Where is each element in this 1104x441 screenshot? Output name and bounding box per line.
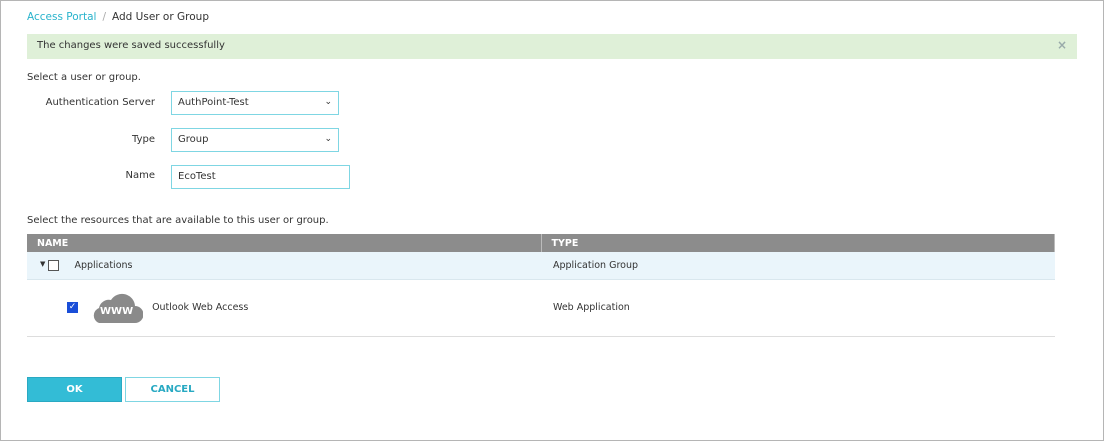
name-value: EcoTest: [178, 171, 216, 182]
row-type: Application Group: [541, 252, 1055, 280]
form-intro: Select a user or group.: [27, 72, 141, 83]
www-icon-text: WWW: [100, 305, 134, 317]
chevron-down-icon: ⌄: [324, 97, 332, 107]
applications-checkbox[interactable]: [48, 259, 60, 271]
alert-message: The changes were saved successfully: [37, 40, 225, 51]
breadcrumb-separator: /: [102, 11, 106, 23]
row-name: Applications: [74, 259, 133, 271]
type-label: Type: [132, 134, 155, 145]
chevron-down-icon: ⌄: [324, 134, 332, 144]
table-row[interactable]: ✓ WWW Outlook Web Access Web Application: [27, 279, 1055, 337]
expand-caret-icon[interactable]: ▼: [40, 260, 45, 268]
column-name[interactable]: NAME: [27, 234, 542, 252]
type-value: Group: [178, 134, 209, 145]
cancel-button[interactable]: CANCEL: [125, 377, 220, 402]
breadcrumb-access-portal[interactable]: Access Portal: [27, 11, 96, 23]
type-select[interactable]: Group ⌄: [171, 128, 339, 152]
name-label: Name: [125, 170, 155, 181]
auth-server-select[interactable]: AuthPoint-Test ⌄: [171, 91, 339, 115]
ok-button[interactable]: OK: [27, 377, 122, 402]
table-row[interactable]: ▼ Applications Application Group: [27, 252, 1055, 280]
success-alert: The changes were saved successfully ×: [27, 34, 1077, 59]
breadcrumb-current: Add User or Group: [112, 11, 209, 23]
row-name: Outlook Web Access: [152, 302, 249, 313]
owa-checkbox[interactable]: ✓: [67, 302, 78, 313]
auth-server-label: Authentication Server: [45, 97, 155, 108]
name-input[interactable]: EcoTest: [171, 165, 350, 189]
resources-intro: Select the resources that are available …: [27, 215, 329, 226]
close-icon[interactable]: ×: [1057, 38, 1067, 52]
column-type[interactable]: TYPE: [541, 234, 1055, 252]
www-cloud-icon: WWW: [91, 292, 144, 324]
resources-table: NAME TYPE ▼ Applications Application Gro…: [27, 234, 1055, 337]
auth-server-value: AuthPoint-Test: [178, 97, 249, 108]
row-type: Web Application: [541, 279, 1055, 337]
table-header: NAME TYPE: [27, 234, 1055, 252]
breadcrumb: Access Portal / Add User or Group: [27, 11, 209, 23]
